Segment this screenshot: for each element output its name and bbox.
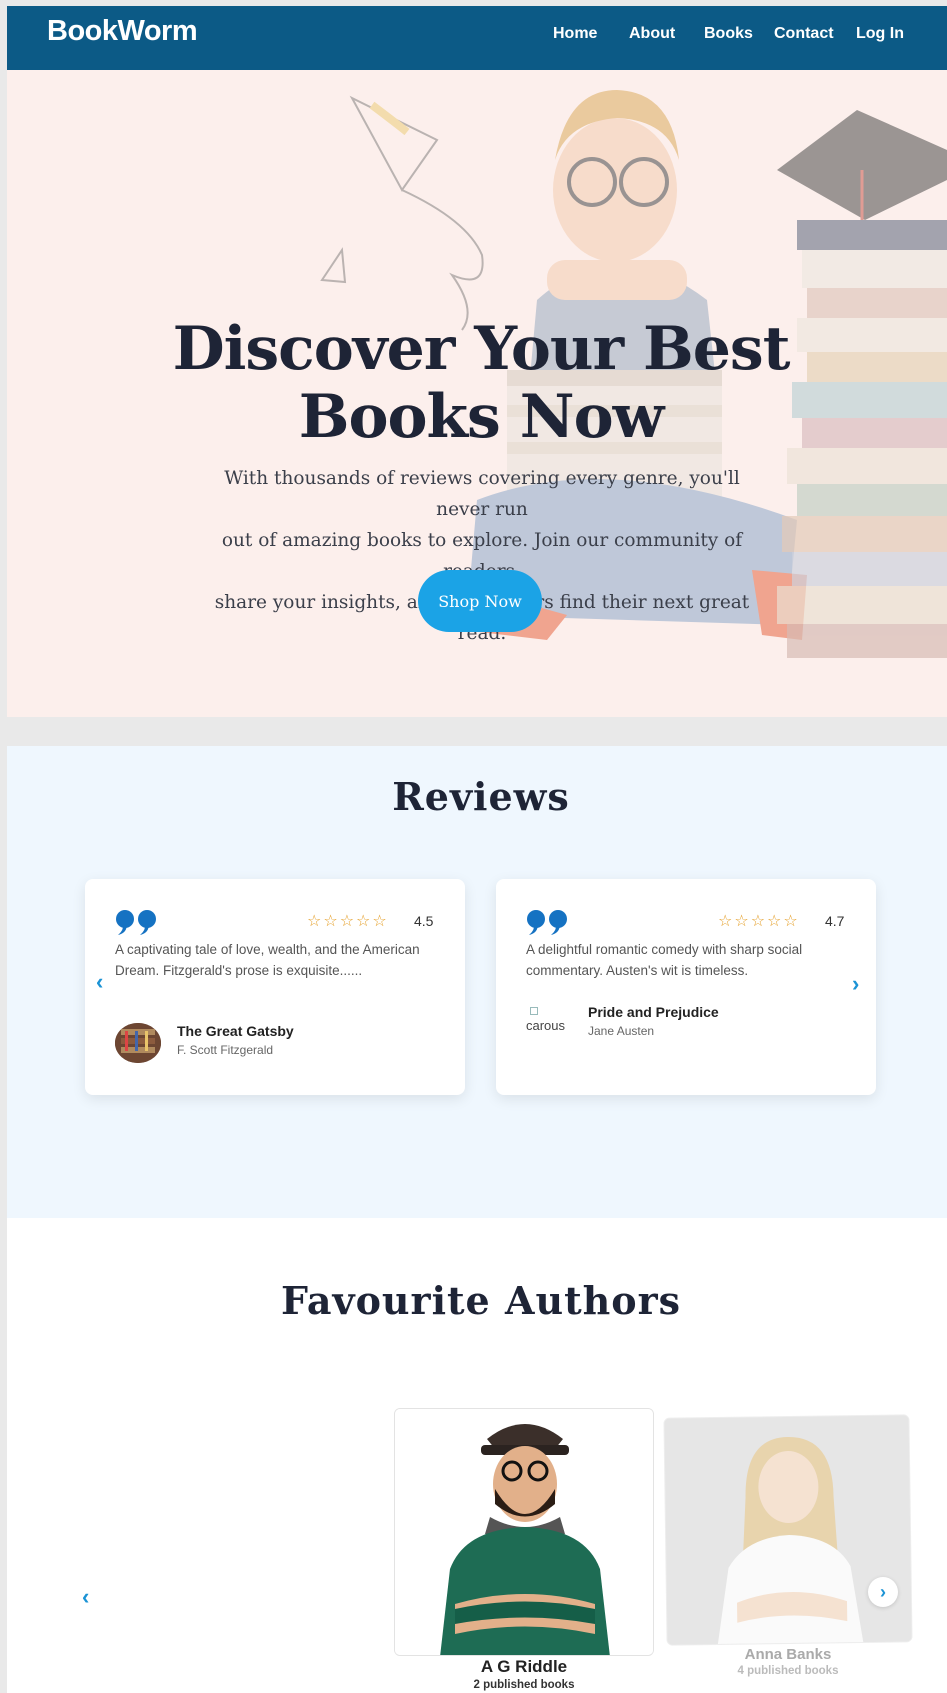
author-photo xyxy=(395,1409,653,1655)
nav-login-link[interactable]: Log In xyxy=(856,25,904,43)
hero-title-line2: Books Now xyxy=(298,382,665,452)
authors-next-button[interactable]: › xyxy=(868,1577,898,1607)
book-title: The Great Gatsby xyxy=(177,1023,294,1039)
hero-title: Discover Your Best Books Now xyxy=(7,315,947,451)
author-name: A G Riddle xyxy=(480,1657,568,1676)
book-author: Jane Austen xyxy=(588,1024,655,1038)
broken-image-placeholder: carous xyxy=(526,1003,578,1043)
review-card: ☆☆☆☆☆ 4.5 A captivating tale of love, we… xyxy=(85,879,465,1095)
quote-icon xyxy=(116,910,156,935)
hero-title-line1: Discover Your Best xyxy=(172,314,791,384)
rating-value: 4.7 xyxy=(825,913,845,929)
quote-icon xyxy=(527,910,567,935)
reviews-next-button[interactable]: › xyxy=(852,973,859,995)
nav-books-link[interactable]: Books xyxy=(704,25,753,43)
chevron-right-icon: › xyxy=(880,1581,886,1602)
author-card[interactable] xyxy=(394,1408,654,1656)
author-photo xyxy=(664,1415,913,1646)
authors-section: Favourite Authors A G Riddle 2 published… xyxy=(7,1218,947,1693)
review-text: A captivating tale of love, wealth, and … xyxy=(115,942,420,978)
chevron-left-icon: ‹ xyxy=(96,969,104,994)
hero-section: Discover Your Best Books Now With thousa… xyxy=(7,70,947,717)
reviews-prev-button[interactable]: ‹ xyxy=(96,971,103,993)
rating-value: 4.5 xyxy=(414,913,434,929)
shop-now-button[interactable]: Shop Now xyxy=(418,570,542,632)
nav-home-link[interactable]: Home xyxy=(553,25,597,43)
star-rating-icon: ☆☆☆☆☆ xyxy=(718,913,800,930)
author-book-count: 2 published books xyxy=(473,1679,575,1691)
book-author: F. Scott Fitzgerald xyxy=(177,1043,274,1057)
reviews-heading: Reviews xyxy=(392,774,570,819)
broken-image-alt: carous xyxy=(526,1018,566,1033)
authors-heading: Favourite Authors xyxy=(280,1278,682,1323)
nav-about-link[interactable]: About xyxy=(629,25,675,43)
author-book-count: 4 published books xyxy=(737,1665,839,1677)
chevron-left-icon: ‹ xyxy=(82,1584,90,1609)
hero-text-line1: With thousands of reviews covering every… xyxy=(224,468,740,520)
review-text: A delightful romantic comedy with sharp … xyxy=(526,942,803,978)
review-card: ☆☆☆☆☆ 4.7 A delightful romantic comedy w… xyxy=(496,879,876,1095)
nav-contact-link[interactable]: Contact xyxy=(774,25,834,43)
book-cover-avatar xyxy=(115,1023,161,1063)
star-rating-icon: ☆☆☆☆☆ xyxy=(307,913,389,930)
author-name: Anna Banks xyxy=(744,1646,832,1663)
book-title: Pride and Prejudice xyxy=(588,1004,719,1020)
authors-prev-button[interactable]: ‹ xyxy=(82,1586,89,1608)
author-card[interactable] xyxy=(663,1414,913,1646)
broken-image-icon xyxy=(530,1007,538,1015)
reviews-section: Reviews ☆☆☆☆☆ 4.5 A captivating tale of … xyxy=(7,746,947,1218)
brand-logo[interactable]: BookWorm xyxy=(47,15,198,48)
chevron-right-icon: › xyxy=(852,971,860,996)
